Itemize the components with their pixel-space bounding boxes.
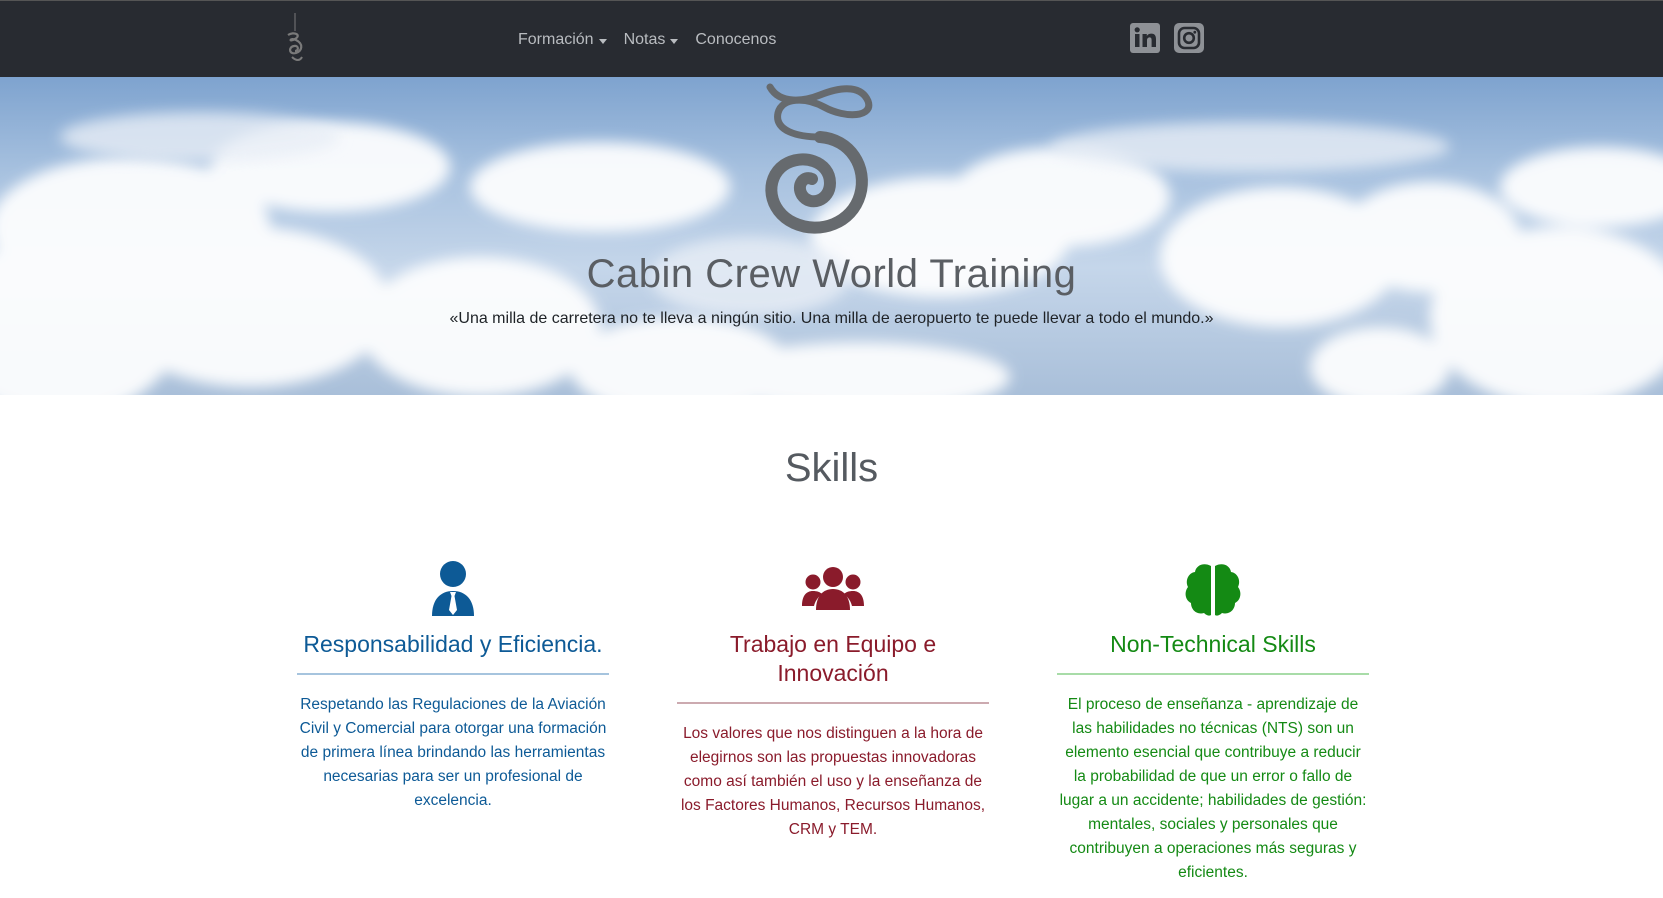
caret-down-icon [670,38,679,44]
skill-card-text: Respetando las Regulaciones de la Aviaci… [299,696,607,809]
skill-card: Responsabilidad y Eficiencia. Respetando… [297,560,609,813]
hero-banner: Cabin Crew World Training «Una milla de … [0,77,1663,395]
nav-item-label: Formación [518,31,594,48]
brand-logo-icon[interactable] [280,13,310,67]
hero-logo-icon [765,83,873,234]
nav-menu: Formación Notas Conocenos [518,31,776,49]
user-tie-icon [432,561,474,616]
navbar: Formación Notas Conocenos [0,0,1663,77]
divider [1057,673,1369,675]
nav-item-label: Conocenos [695,31,777,48]
skill-card-heading: Trabajo en Equipo e Innovación [729,631,937,686]
nav-item-formacion[interactable]: Formación [518,31,607,49]
linkedin-icon[interactable] [1129,22,1161,54]
skill-card-text: Los valores que nos distinguen a la hora… [680,725,986,838]
skill-card-heading: Responsabilidad y Eficiencia. [303,631,603,657]
skills-title: Skills [784,446,879,490]
skill-card: Trabajo en Equipo e Innovación Los valor… [677,560,989,842]
nav-item-conocenos[interactable]: Conocenos [695,31,776,49]
divider [297,673,609,675]
skill-card: Non-Technical Skills El proceso de enseñ… [1057,560,1369,885]
users-icon [802,567,864,610]
nav-item-label: Notas [623,31,666,48]
divider [677,702,989,704]
hero-quote: «Una milla de carretera no te lleva a ni… [449,310,1214,327]
instagram-icon[interactable] [1173,22,1205,54]
nav-item-notas[interactable]: Notas [624,31,679,49]
caret-down-icon [598,38,607,44]
skill-card-text: El proceso de enseñanza - aprendizaje de… [1059,696,1367,881]
hero-title: Cabin Crew World Training [586,252,1077,296]
skill-card-heading: Non-Technical Skills [1110,631,1316,657]
brain-icon [1185,564,1241,616]
